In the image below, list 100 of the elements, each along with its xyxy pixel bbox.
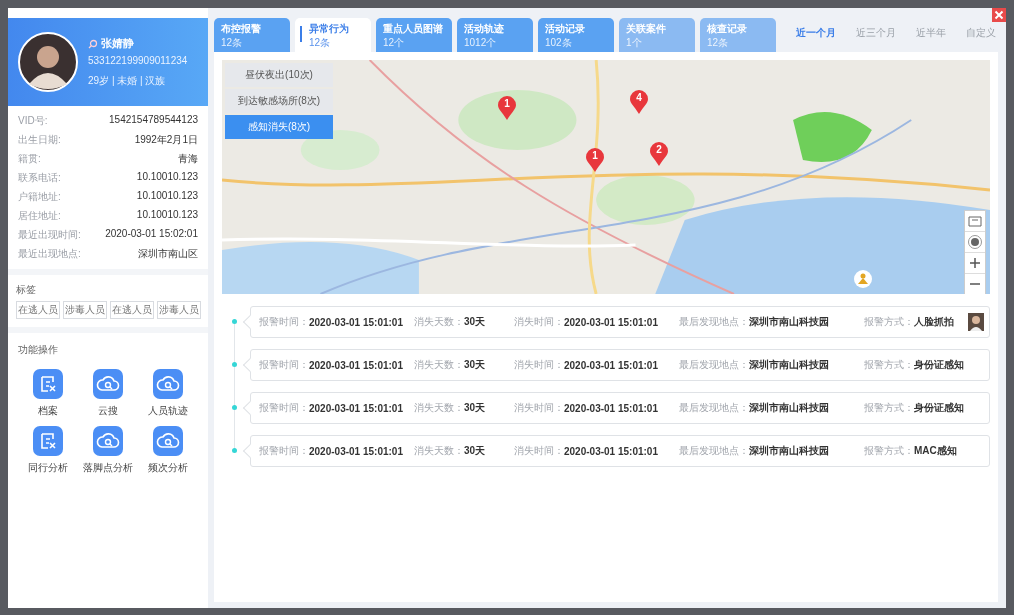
tag: 在逃人员: [110, 301, 154, 319]
field-label: 消失时间：: [514, 401, 564, 415]
tag: 涉毒人员: [63, 301, 107, 319]
field-value: 深圳市南山科技园: [749, 315, 829, 329]
cloud-search-icon[interactable]: [153, 369, 183, 399]
field-label: 消失天数：: [414, 444, 464, 458]
info-value: 1542154789544123: [109, 114, 198, 127]
cloud-search-icon[interactable]: [93, 369, 123, 399]
field-value: 2020-03-01 15:01:01: [309, 402, 403, 414]
field-value: 人脸抓拍: [914, 315, 954, 329]
info-label: 出生日期:: [18, 133, 61, 147]
info-label: 籍贯:: [18, 152, 41, 166]
tab[interactable]: 异常行为 12条: [295, 18, 371, 52]
tag: 涉毒人员: [157, 301, 201, 319]
field-value: 2020-03-01 15:01:01: [309, 316, 403, 328]
field-label: 报警方式：: [864, 358, 914, 372]
field-value: 30天: [464, 401, 486, 415]
field-label: 报警时间：: [259, 315, 309, 329]
field-value: 身份证感知: [914, 358, 964, 372]
info-label: VID号:: [18, 114, 48, 128]
info-value: 深圳市南山区: [138, 247, 198, 261]
field-label: 报警方式：: [864, 401, 914, 415]
timeline-dot: [232, 362, 237, 367]
document-icon[interactable]: [33, 426, 63, 456]
map-marker[interactable]: 1: [586, 148, 604, 172]
info-label: 联系电话:: [18, 171, 61, 185]
field-label: 报警方式：: [864, 444, 914, 458]
tag: 在逃人员: [16, 301, 60, 319]
info-value: 1992年2月1日: [134, 133, 198, 147]
field-label: 报警方式：: [864, 315, 914, 329]
field-label: 消失时间：: [514, 358, 564, 372]
field-value: 深圳市南山科技园: [749, 401, 829, 415]
function-label[interactable]: 云搜: [98, 404, 118, 418]
field-value: 2020-03-01 15:01:01: [564, 316, 658, 328]
section-title: 标签: [16, 283, 37, 297]
info-value: 10.10010.123: [136, 171, 198, 184]
field-value: 2020-03-01 15:01:01: [564, 445, 658, 457]
function-label[interactable]: 同行分析: [28, 461, 68, 475]
field-label: 消失天数：: [414, 401, 464, 415]
field-label: 报警时间：: [259, 444, 309, 458]
function-label[interactable]: 频次分析: [148, 461, 188, 475]
info-value: 2020-03-01 15:02:01: [105, 228, 198, 241]
field-label: 消失时间：: [514, 315, 564, 329]
function-label[interactable]: 落脚点分析: [83, 461, 133, 475]
info-label: 居住地址:: [18, 209, 61, 223]
document-icon[interactable]: [33, 369, 63, 399]
time-filter[interactable]: 近一个月: [796, 26, 836, 40]
field-label: 最后发现地点：: [679, 444, 749, 458]
field-value: 30天: [464, 315, 486, 329]
field-value: MAC感知: [914, 444, 957, 458]
person-attributes: 29岁 | 未婚 | 汉族: [88, 74, 167, 88]
tab[interactable]: 布控报警 12条: [214, 18, 290, 52]
info-value: 青海: [178, 152, 198, 166]
field-label: 最后发现地点：: [679, 401, 749, 415]
time-filter[interactable]: 近半年: [916, 26, 946, 40]
map-marker[interactable]: 4: [630, 90, 648, 114]
timeline-dot: [232, 448, 237, 453]
tab[interactable]: 活动记录 102条: [538, 18, 614, 52]
street-view-icon[interactable]: [854, 270, 872, 288]
info-value: 10.10010.123: [136, 190, 198, 203]
info-label: 最近出现地点:: [18, 247, 81, 261]
id-number: 533122199909011234: [88, 55, 188, 66]
field-value: 深圳市南山科技园: [749, 444, 829, 458]
cloud-search-icon[interactable]: [93, 426, 123, 456]
map-filter[interactable]: 到达敏感场所(8次): [225, 89, 333, 113]
info-label: 户籍地址:: [18, 190, 61, 204]
field-label: 报警时间：: [259, 401, 309, 415]
field-value: 30天: [464, 444, 486, 458]
tab[interactable]: 活动轨迹 1012个: [457, 18, 533, 52]
map-filter[interactable]: 感知消失(8次): [225, 115, 333, 139]
field-value: 身份证感知: [914, 401, 964, 415]
tab[interactable]: 重点人员图谱 12个: [376, 18, 452, 52]
field-label: 消失时间：: [514, 444, 564, 458]
time-filter[interactable]: 近三个月: [856, 26, 896, 40]
field-label: 最后发现地点：: [679, 358, 749, 372]
function-label[interactable]: 档案: [38, 404, 58, 418]
field-value: 2020-03-01 15:01:01: [564, 402, 658, 414]
field-value: 30天: [464, 358, 486, 372]
field-value: 2020-03-01 15:01:01: [309, 359, 403, 371]
cloud-search-icon[interactable]: [153, 426, 183, 456]
info-value: 10.10010.123: [136, 209, 198, 222]
function-label[interactable]: 人员轨迹: [148, 404, 188, 418]
field-label: 报警时间：: [259, 358, 309, 372]
map-marker[interactable]: 2: [650, 142, 668, 166]
field-value: 2020-03-01 15:01:01: [564, 359, 658, 371]
avatar-silhouette: [18, 32, 78, 92]
field-label: 消失天数：: [414, 315, 464, 329]
timeline-dot: [232, 319, 237, 324]
person-name: 张婧静: [101, 36, 134, 51]
close-icon[interactable]: [992, 8, 1006, 22]
time-filter[interactable]: 自定义: [966, 26, 996, 40]
map-filter[interactable]: 昼伏夜出(10次): [225, 63, 333, 87]
map-marker[interactable]: 1: [498, 96, 516, 120]
timeline-dot: [232, 405, 237, 410]
info-label: 最近出现时间:: [18, 228, 81, 242]
field-value: 深圳市南山科技园: [749, 358, 829, 372]
section-title: 功能操作: [18, 343, 59, 357]
field-value: 2020-03-01 15:01:01: [309, 445, 403, 457]
locate-icon[interactable]: [965, 232, 985, 253]
search-icon: [88, 38, 98, 49]
